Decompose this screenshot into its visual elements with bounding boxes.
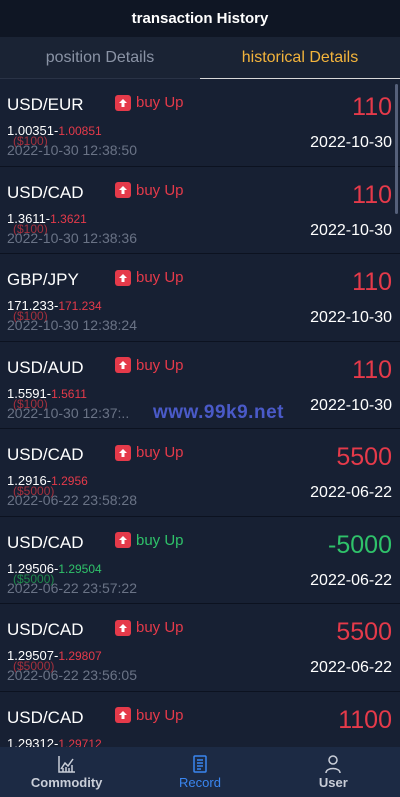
page-title: transaction History xyxy=(131,10,269,27)
record-close-price: 1.2956 xyxy=(51,474,88,488)
record-direction-label: buy Up xyxy=(136,94,184,111)
record-close-price: 1.3621 xyxy=(50,211,87,226)
record-direction-label: buy Up xyxy=(136,356,184,374)
record-direction-label: buy Up xyxy=(136,269,184,286)
user-icon xyxy=(325,755,342,774)
record-amount: 110 xyxy=(352,355,392,384)
record-time: 2022-06-22 23:56:05 xyxy=(7,667,137,683)
record-pair: USD/EUR xyxy=(7,95,84,114)
record-direction-label: buy Up xyxy=(136,531,184,549)
record-time: 2022-10-30 12:37:.. xyxy=(7,404,130,421)
nav-user[interactable]: User xyxy=(267,747,400,797)
scrollbar[interactable] xyxy=(395,84,398,214)
record-time: 2022-10-30 12:38:50 xyxy=(7,142,137,158)
record-direction: buy Up xyxy=(115,532,184,549)
record-amount: 110 xyxy=(352,180,392,209)
record-direction-label: buy Up xyxy=(136,706,184,724)
record-row[interactable]: USD/CAD buy Up 110 1.3611-1.3621 ($100) 2022-… xyxy=(0,166,400,254)
record-close-price: 1.5611 xyxy=(51,386,87,401)
nav-record-label: Record xyxy=(179,775,221,790)
record-close-price: 1.29807 xyxy=(58,649,102,663)
record-prices: 1.29312-1.29712 xyxy=(7,736,102,748)
record-pair: USD/CAD xyxy=(7,707,84,727)
bottom-nav: Commodity Record User xyxy=(0,747,400,797)
up-arrow-icon xyxy=(115,357,131,373)
record-direction: buy Up xyxy=(115,182,184,199)
record-date: 2022-06-22 xyxy=(310,484,392,501)
record-row[interactable]: USD/CAD buy Up 1100 1.29312-1.29712 xyxy=(0,691,400,748)
record-date: 2022-10-30 xyxy=(310,134,392,151)
record-direction: buy Up xyxy=(115,707,184,724)
record-amount: 5500 xyxy=(336,618,392,646)
nav-user-label: User xyxy=(318,775,348,790)
record-close-price: 1.29712 xyxy=(58,736,102,748)
record-row[interactable]: USD/CAD buy Up -5000 1.29506-1.29504 ($5000)… xyxy=(0,516,400,604)
record-amount: 5500 xyxy=(336,443,392,471)
record-direction-label: buy Up xyxy=(136,181,184,199)
record-row[interactable]: USD/EUR buy Up 110 1.00351-1.00851 ($100) 202… xyxy=(0,79,400,167)
chart-icon xyxy=(57,756,75,773)
record-row[interactable]: USD/CAD buy Up 5500 1.2916-1.2956 ($5000) 202… xyxy=(0,429,400,517)
app-root: transaction History position Details his… xyxy=(0,0,400,797)
nav-commodity-label: Commodity xyxy=(30,775,103,790)
up-arrow-icon xyxy=(115,532,131,548)
watermark: www.99k9.net xyxy=(153,402,284,423)
record-amount: 1100 xyxy=(338,705,392,734)
record-time: 2022-06-22 23:57:22 xyxy=(7,579,137,596)
record-amount: 110 xyxy=(352,93,392,121)
record-amount: -5000 xyxy=(328,530,392,559)
up-arrow-icon xyxy=(115,619,131,636)
document-icon xyxy=(193,755,207,773)
record-direction: buy Up xyxy=(115,444,184,461)
record-pair: USD/CAD xyxy=(7,182,84,202)
record-pair: USD/AUD xyxy=(7,357,84,377)
title-bar: transaction History xyxy=(0,0,400,37)
record-row[interactable]: USD/CAD buy Up 5500 1.29507-1.29807 ($5000) 2… xyxy=(0,604,400,692)
up-arrow-icon xyxy=(115,707,131,723)
record-direction: buy Up xyxy=(115,619,184,636)
record-close-price: 1.00851 xyxy=(58,124,102,138)
up-arrow-icon xyxy=(115,182,131,198)
record-direction-label: buy Up xyxy=(136,444,184,461)
record-direction: buy Up xyxy=(115,94,184,111)
record-pair: USD/CAD xyxy=(7,445,84,464)
up-arrow-icon xyxy=(115,269,131,286)
record-date: 2022-10-30 xyxy=(310,221,392,239)
nav-record[interactable]: Record xyxy=(133,747,266,797)
record-open-price: 1.29312- xyxy=(7,735,59,748)
nav-commodity[interactable]: Commodity xyxy=(0,747,133,797)
record-direction: buy Up xyxy=(115,269,184,286)
record-date: 2022-10-30 xyxy=(310,396,392,414)
record-direction-label: buy Up xyxy=(136,619,184,636)
record-row[interactable]: GBP/JPY buy Up 110 171.233-171.234 ($100) 202… xyxy=(0,254,400,342)
record-date: 2022-06-22 xyxy=(310,571,392,589)
tab-historical-details[interactable]: historical Details xyxy=(200,37,400,79)
record-pair: USD/CAD xyxy=(7,532,84,552)
record-close-price: 171.234 xyxy=(58,299,102,313)
record-amount: 110 xyxy=(352,268,392,296)
tab-bar: position Details historical Details xyxy=(0,37,400,79)
record-pair: GBP/JPY xyxy=(7,270,79,289)
record-time: 2022-10-30 12:38:36 xyxy=(7,229,137,246)
record-direction: buy Up xyxy=(115,357,184,374)
record-close-price: 1.29504 xyxy=(58,561,102,576)
up-arrow-icon xyxy=(115,444,131,461)
up-arrow-icon xyxy=(115,94,131,111)
record-date: 2022-10-30 xyxy=(310,309,392,326)
record-time: 2022-10-30 12:38:24 xyxy=(7,317,137,333)
record-time: 2022-06-22 23:58:28 xyxy=(7,492,137,508)
record-pair: USD/CAD xyxy=(7,620,84,639)
tab-position-details[interactable]: position Details xyxy=(0,37,200,78)
record-date: 2022-06-22 xyxy=(310,659,392,676)
